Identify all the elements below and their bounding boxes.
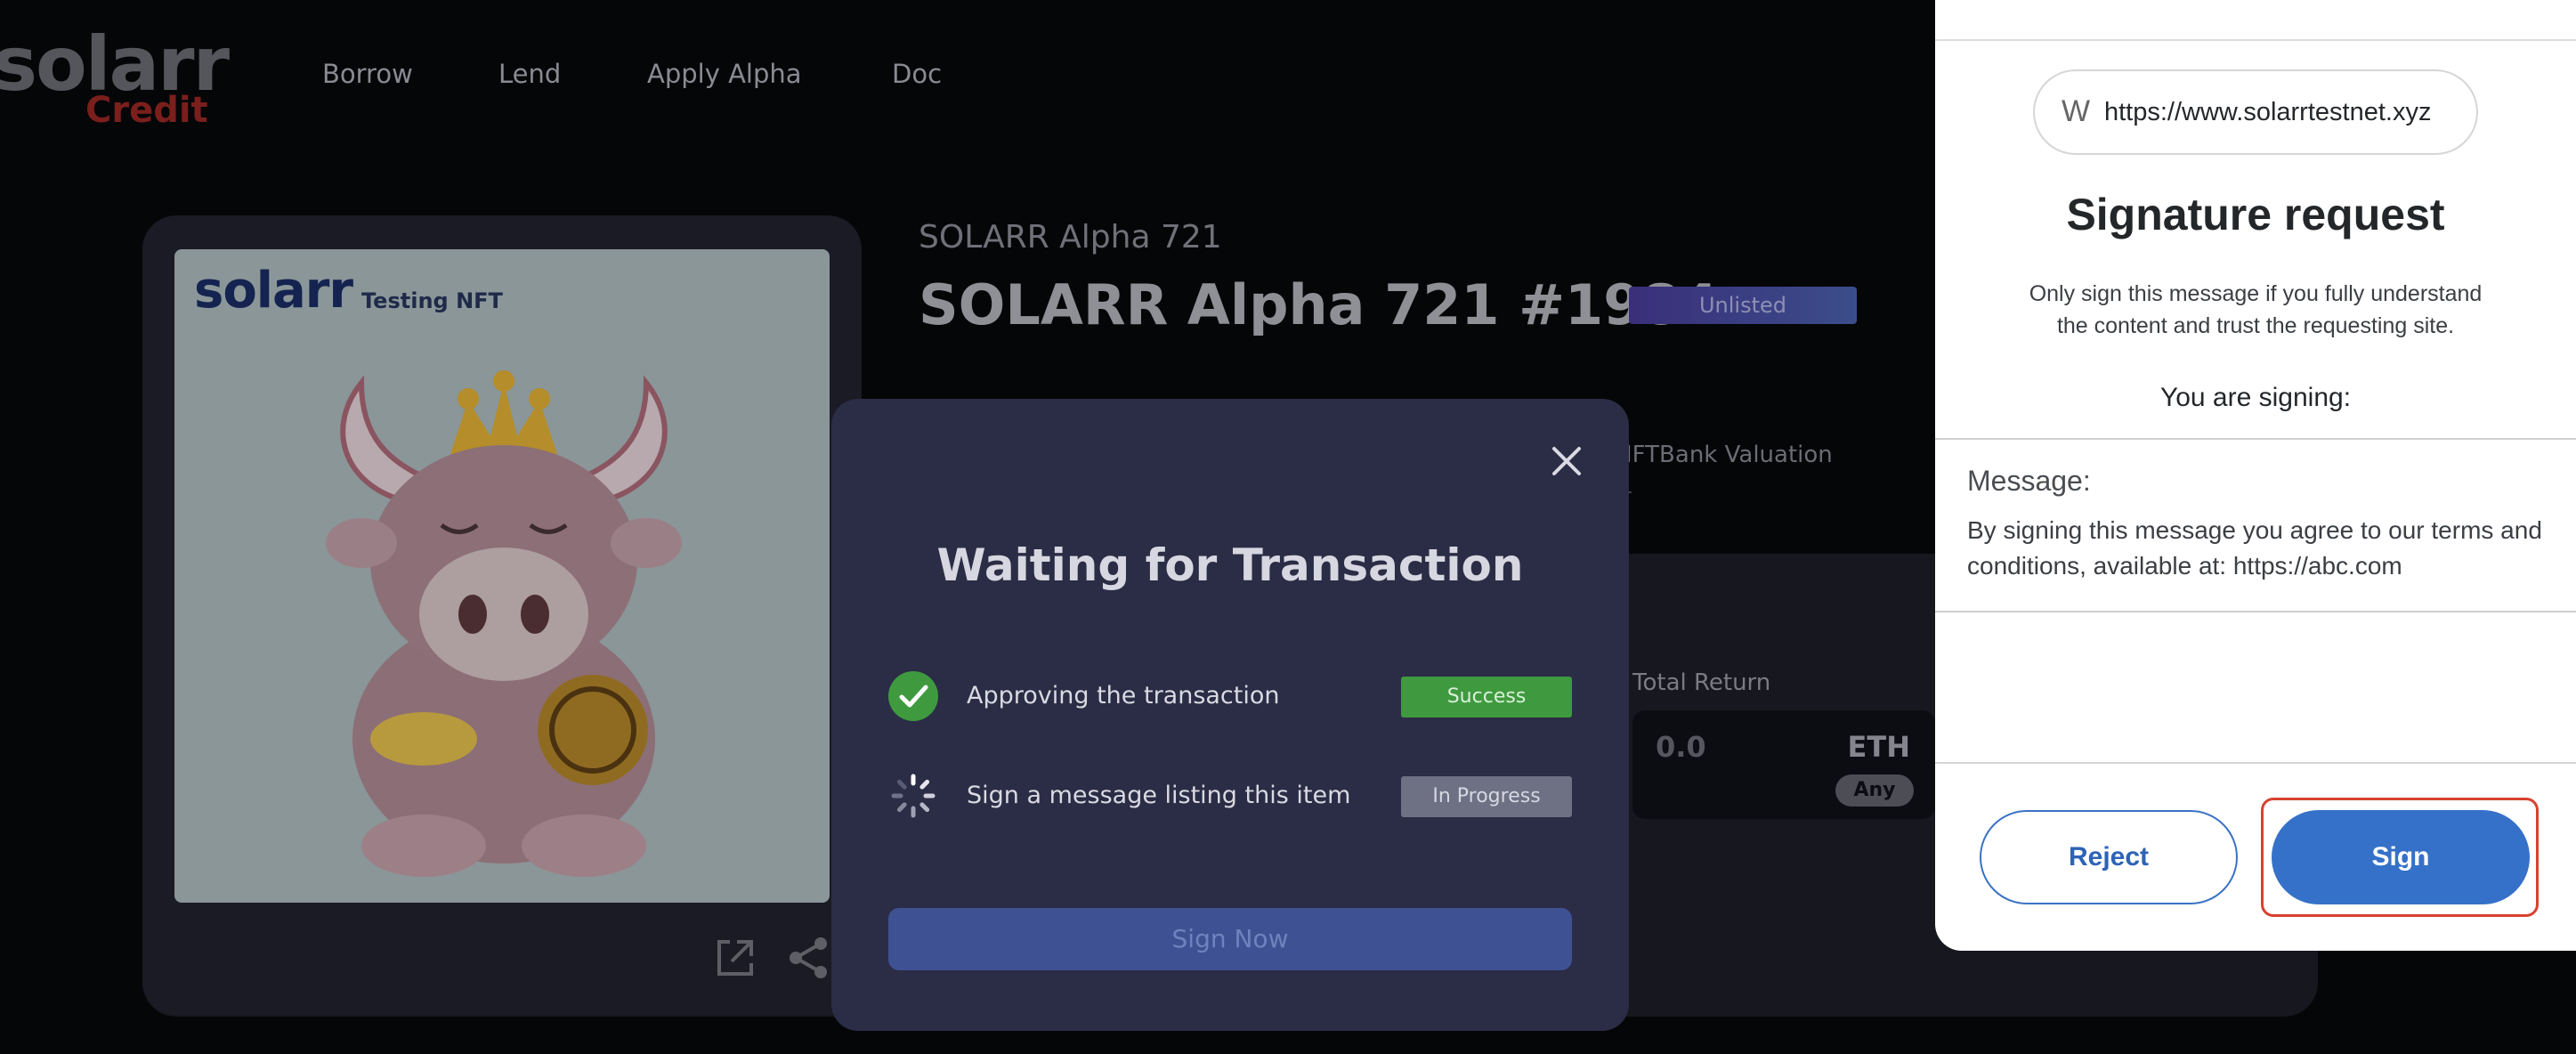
modal-title: Waiting for Transaction <box>936 539 1524 591</box>
site-icon: W <box>2062 94 2091 128</box>
divider <box>1935 762 2576 764</box>
currency-unit: ETH <box>1847 730 1910 764</box>
signing-label: You are signing: <box>2159 383 2352 412</box>
any-option-pill[interactable]: Any <box>1835 774 1914 807</box>
check-circle-icon <box>888 671 938 721</box>
step-sign-message: Sign a message listing this item In Prog… <box>888 771 1572 821</box>
nft-brand-text: solarr <box>194 262 353 320</box>
message-text: By signing this message you agree to our… <box>1967 516 2542 580</box>
close-icon[interactable] <box>1551 445 1583 477</box>
total-return-label: Total Return <box>1632 669 1771 696</box>
collection-name[interactable]: SOLARR Alpha 721 <box>919 219 1222 255</box>
site-origin-pill: W https://www.solarrtestnet.xyz <box>2033 69 2478 155</box>
signature-title: Signature request <box>2066 190 2445 239</box>
logo-subtitle: Credit <box>85 90 208 131</box>
message-box: Message: By signing this message you agr… <box>1935 438 2576 612</box>
nft-title: SOLARR Alpha 721 #1984 <box>919 272 1719 337</box>
share-icon[interactable] <box>785 935 831 981</box>
solarr-credit-logo[interactable]: solarr Credit <box>0 27 230 134</box>
valuation-label: IFTBank Valuation <box>1625 442 1833 468</box>
step-label: Approving the transaction <box>967 682 1280 709</box>
total-return-input[interactable]: 0.0 ETH Any <box>1632 710 1935 819</box>
nav-doc[interactable]: Doc <box>892 59 942 89</box>
nav-apply-alpha[interactable]: Apply Alpha <box>647 59 802 89</box>
nav-lend[interactable]: Lend <box>498 59 561 89</box>
reject-button[interactable]: Reject <box>1980 810 2238 904</box>
status-badge-success: Success <box>1401 677 1572 718</box>
signature-request-panel: W https://www.solarrtestnet.xyz Signatur… <box>1935 0 2576 951</box>
status-badge: Unlisted <box>1629 287 1857 324</box>
origin-url: https://www.solarrtestnet.xyz <box>2104 98 2432 126</box>
step-label: Sign a message listing this item <box>967 782 1351 809</box>
signature-warning: Only sign this message if you fully unde… <box>2029 281 2483 338</box>
nft-image: solarr Testing NFT <box>174 249 830 903</box>
divider <box>1935 39 2576 41</box>
message-label: Message: <box>1967 465 2091 497</box>
sign-now-button[interactable]: Sign Now <box>888 908 1572 970</box>
step-approve: Approving the transaction Success <box>888 671 1572 721</box>
waiting-transaction-modal: Waiting for Transaction Approving the tr… <box>831 399 1629 1031</box>
nft-subtitle: Testing NFT <box>361 288 503 313</box>
total-return-value[interactable]: 0.0 <box>1656 730 1706 764</box>
nav-borrow[interactable]: Borrow <box>322 59 413 89</box>
external-link-icon[interactable] <box>712 935 758 981</box>
spinner-icon <box>891 774 936 818</box>
bull-mascot-illustration <box>326 370 682 877</box>
status-badge-in-progress: In Progress <box>1401 776 1572 817</box>
sign-button[interactable]: Sign <box>2272 810 2530 904</box>
